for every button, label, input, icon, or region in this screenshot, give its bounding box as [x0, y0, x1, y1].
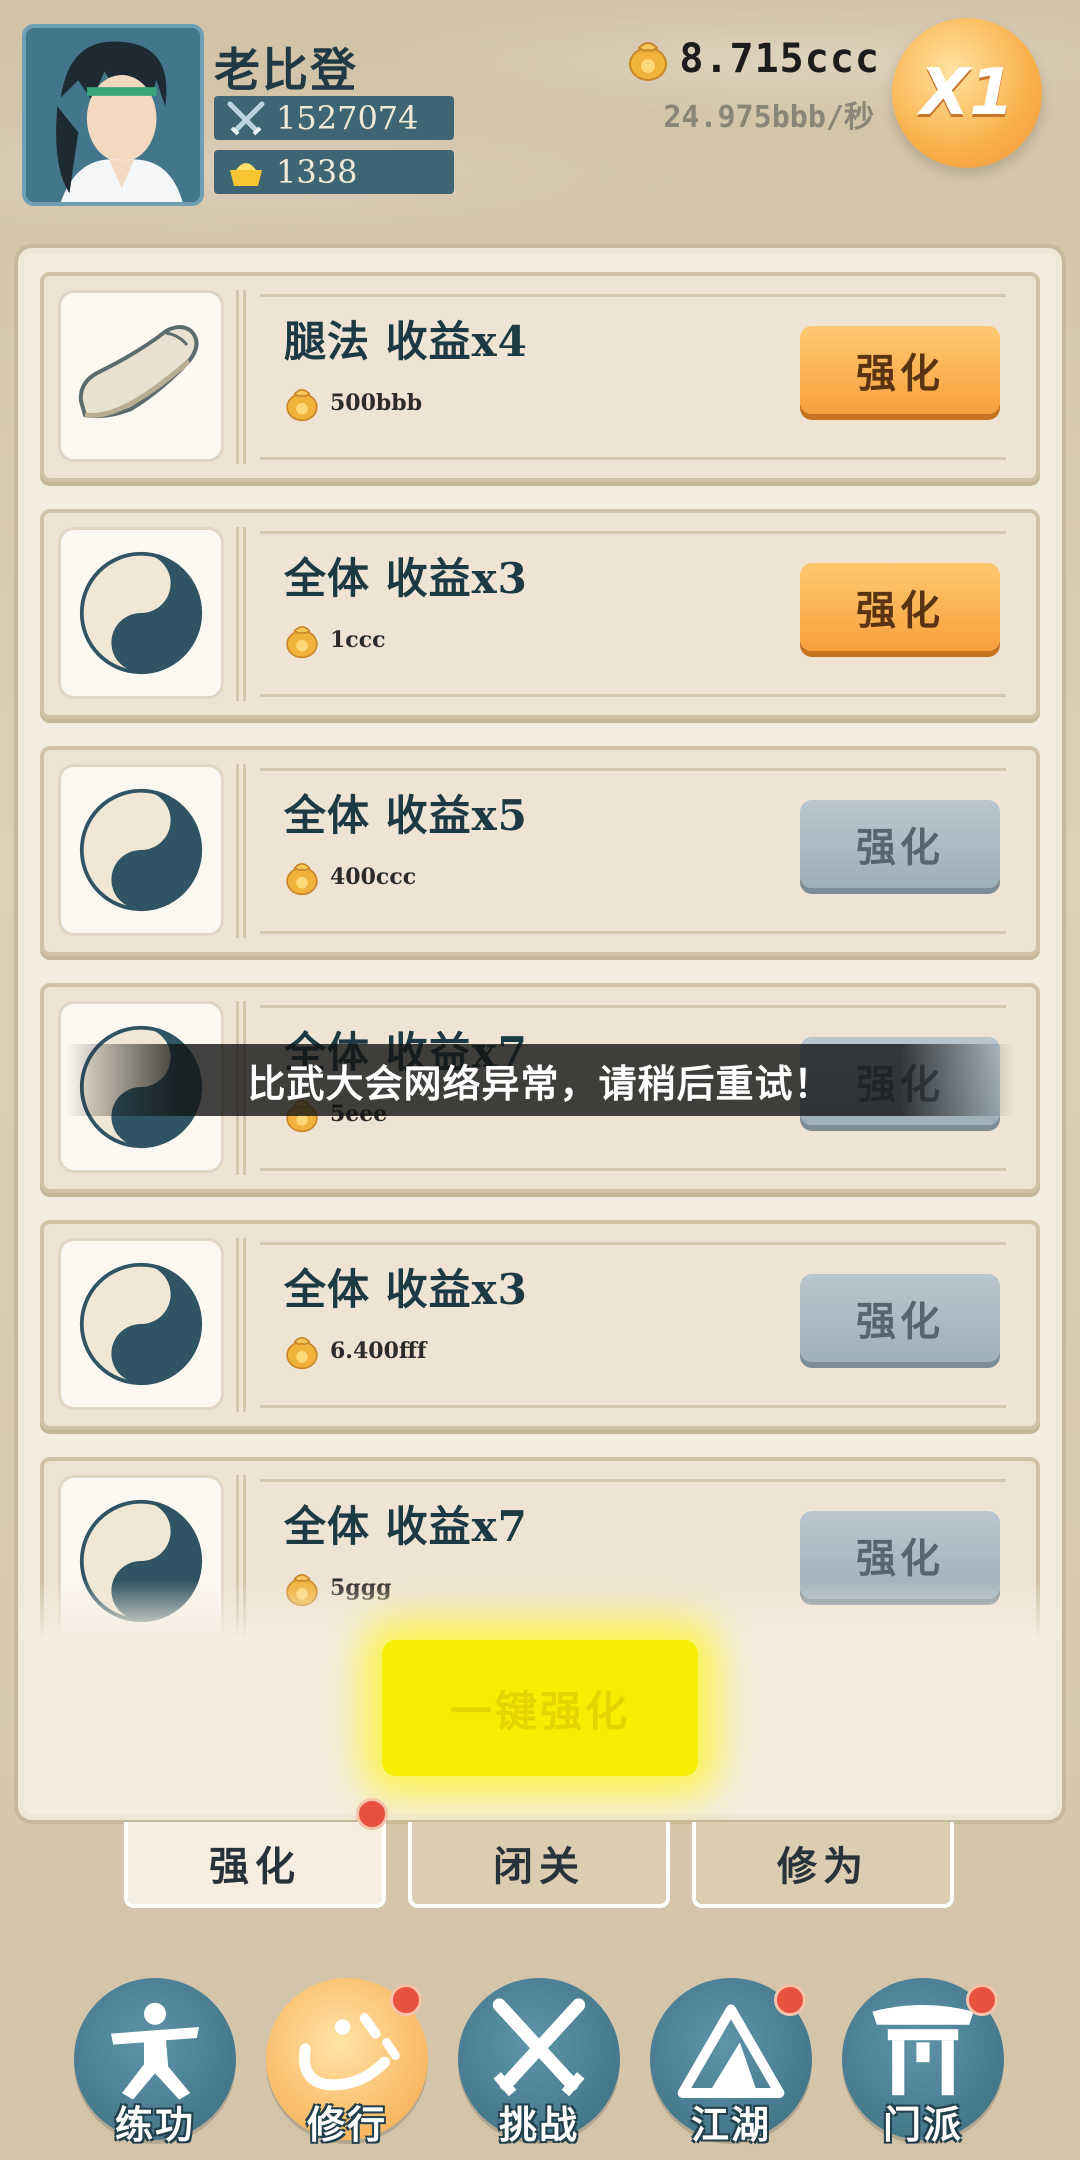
coin-pouch-icon — [629, 42, 668, 81]
nav-item-cultivate[interactable]: 修行 — [266, 1978, 428, 2148]
yin-yang-icon — [79, 1262, 203, 1386]
speed-multiplier-button[interactable]: X1 — [892, 18, 1042, 168]
tab-notification-dot — [356, 1798, 388, 1830]
player-avatar[interactable] — [22, 24, 204, 206]
item-separator — [236, 527, 246, 701]
coin-pouch-icon — [286, 862, 318, 896]
item-cost: 400ccc — [284, 858, 416, 896]
kungfu-figure-icon — [111, 2002, 199, 2100]
nav-item-sect[interactable]: 门派 — [842, 1978, 1004, 2148]
nav-item-challenge[interactable]: 挑战 — [458, 1978, 620, 2148]
player-name: 老比登 — [214, 43, 358, 97]
item-cost: 6.400fff — [284, 1332, 426, 1370]
item-title: 全体 收益x5 — [284, 791, 528, 840]
power-stat: 1527074 — [214, 96, 454, 140]
upgrade-button[interactable]: 强化 — [800, 800, 1000, 888]
upgrade-item: 全体 收益x5 400ccc 强化 — [40, 746, 1040, 956]
nav-label: 练功 — [114, 2102, 195, 2147]
coin-rate: 24.975bbb/秒 — [663, 100, 874, 135]
heart-icon — [299, 2013, 400, 2091]
nav-label: 江湖 — [690, 2102, 771, 2147]
one-key-upgrade-button[interactable]: 一键强化 — [382, 1640, 698, 1776]
nav-notification-dot — [390, 1984, 422, 2016]
item-separator — [236, 290, 246, 464]
item-icon-box — [58, 527, 224, 699]
coin-pouch-icon — [286, 625, 318, 659]
item-cost: 500bbb — [284, 384, 422, 422]
upgrade-list[interactable]: 腿法 收益x4 500bbb 强化 全体 收益x3 1ccc 强化 全体 收益x… — [26, 266, 1042, 1636]
item-title: 全体 收益x7 — [284, 1502, 528, 1551]
upgrade-item: 全体 收益x3 1ccc 强化 — [40, 509, 1040, 719]
shoe-icon — [78, 325, 199, 419]
tab-seclusion[interactable]: 闭关 — [408, 1822, 670, 1908]
mountain-icon — [677, 2004, 785, 2098]
item-separator — [236, 764, 246, 938]
nav-item-jianghu[interactable]: 江湖 — [650, 1978, 812, 2148]
upgrade-item: 腿法 收益x4 500bbb 强化 — [40, 272, 1040, 482]
item-icon-box — [58, 764, 224, 936]
item-cost-value: 500bbb — [330, 390, 423, 416]
upgrade-item: 全体 收益x3 6.400fff 强化 — [40, 1220, 1040, 1430]
item-cost-value: 1ccc — [330, 627, 386, 653]
gold-ingot-icon — [230, 163, 262, 186]
coin-pouch-icon — [286, 1336, 318, 1370]
tab-cultivation[interactable]: 修为 — [692, 1822, 954, 1908]
nav-notification-dot — [966, 1984, 998, 2016]
nav-notification-dot — [774, 1984, 806, 2016]
upgrade-button[interactable]: 强化 — [800, 563, 1000, 651]
item-cost-value: 6.400fff — [330, 1338, 427, 1364]
coin-pouch-icon — [286, 388, 318, 422]
nav-item-practice[interactable]: 练功 — [74, 1978, 236, 2148]
nav-label: 修行 — [306, 2102, 387, 2147]
power-value: 1527074 — [276, 99, 419, 137]
yin-yang-icon — [79, 788, 203, 912]
sub-tabs: 强化 闭关 修为 — [124, 1822, 956, 1910]
gold-value: 1338 — [276, 153, 358, 191]
item-cost: 1ccc — [284, 621, 386, 659]
coin-total: 8.715ccc — [679, 36, 880, 82]
upgrade-button[interactable]: 强化 — [800, 326, 1000, 414]
gate-icon — [872, 2005, 974, 2096]
tab-upgrade[interactable]: 强化 — [124, 1822, 386, 1908]
crossed-swords-icon — [227, 101, 265, 136]
item-icon-box — [58, 1238, 224, 1410]
yin-yang-icon — [79, 551, 203, 675]
crossed-swords-icon — [492, 1998, 586, 2097]
item-title: 腿法 收益x4 — [284, 317, 528, 366]
avatar-portrait — [26, 28, 200, 202]
item-title: 全体 收益x3 — [284, 554, 528, 603]
bottom-nav: 练功 修行 挑战 江湖 门派 — [0, 1970, 1080, 2160]
item-icon-box — [58, 290, 224, 462]
item-cost-value: 400ccc — [330, 864, 417, 890]
coin-total-row: 8.715ccc — [627, 36, 880, 82]
item-separator — [236, 1238, 246, 1412]
gold-stat: 1338 — [214, 150, 454, 194]
toast-message: 比武大会网络异常，请稍后重试！ — [66, 1044, 1014, 1116]
upgrade-button[interactable]: 强化 — [800, 1274, 1000, 1362]
nav-label: 挑战 — [498, 2102, 579, 2147]
nav-label: 门派 — [882, 2102, 963, 2147]
item-title: 全体 收益x3 — [284, 1265, 528, 1314]
list-fade — [20, 1580, 1060, 1640]
